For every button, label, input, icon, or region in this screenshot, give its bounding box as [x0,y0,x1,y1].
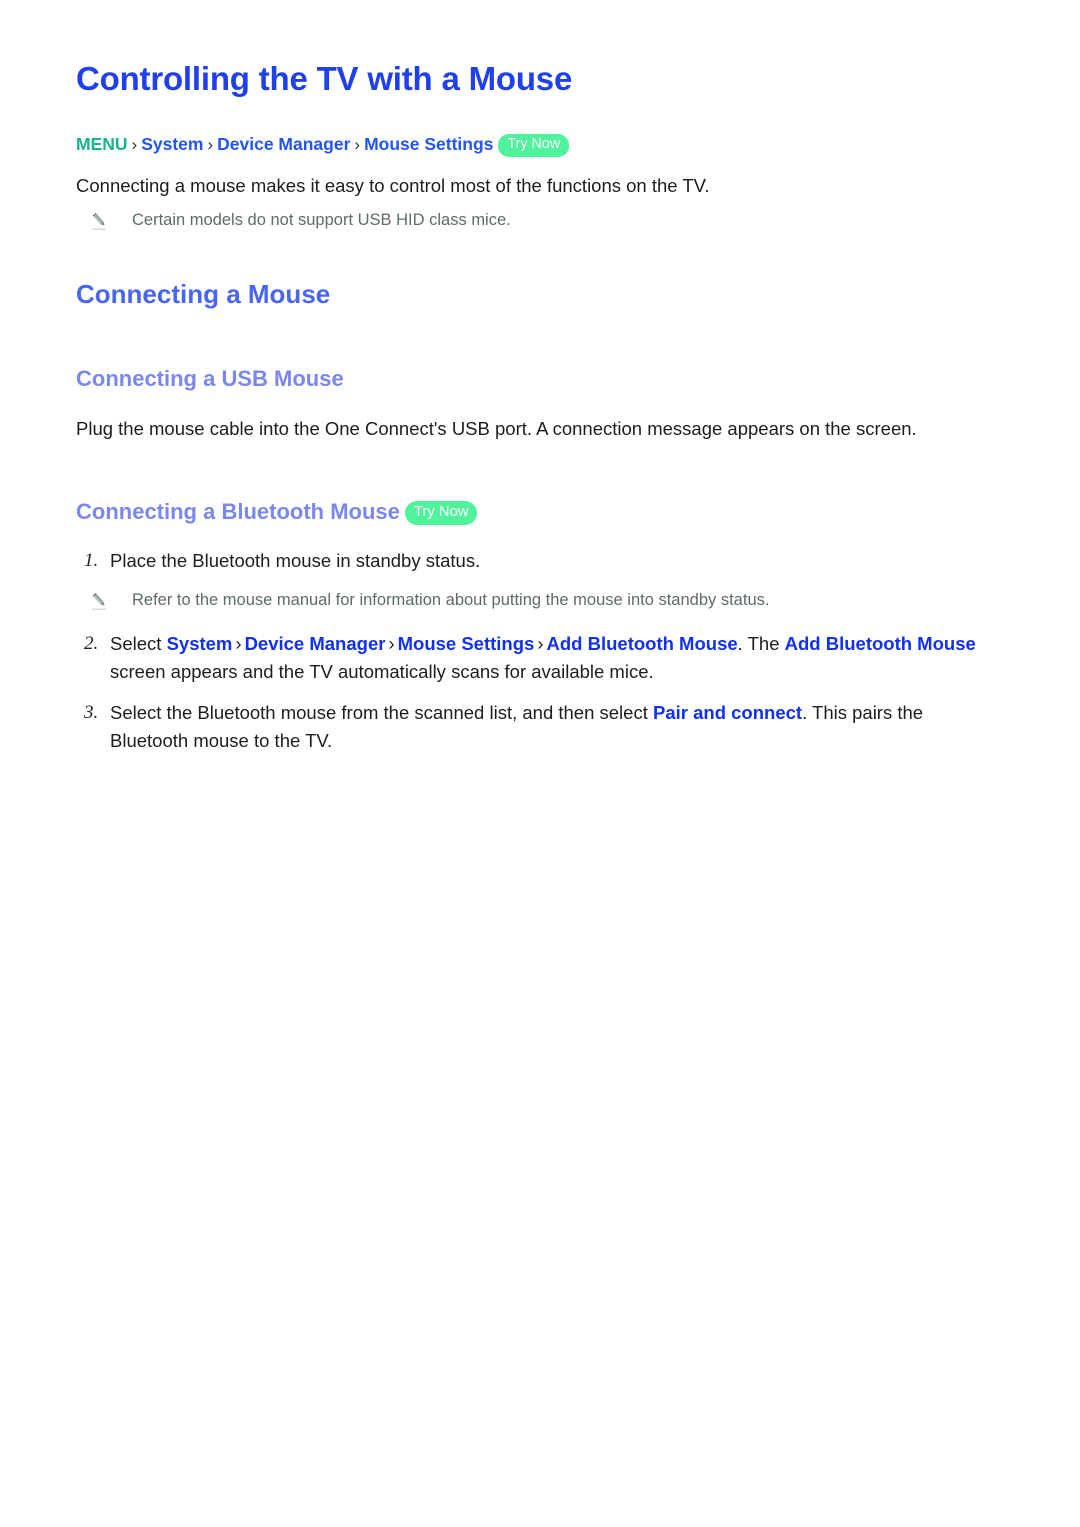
section-heading-connecting-a-mouse: Connecting a Mouse [76,279,331,310]
subsection-heading-bluetooth-mouse: Connecting a Bluetooth Mouse Try Now [76,498,1004,526]
list-item-number: 1. [84,550,99,572]
list-item-text: Select System › Device Manager › Mouse Setti… [110,630,1004,685]
menu-link-pair-and-connect[interactable]: Pair and connect [653,702,802,723]
step-text: . The [737,633,785,655]
breadcrumb-item-system[interactable]: System [141,134,203,154]
list-item-number: 3. [84,702,99,724]
intro-paragraph: Connecting a mouse makes it easy to cont… [76,174,710,196]
breadcrumb-separator-icon: › [207,134,214,154]
list-item: 1. Place the Bluetooth mouse in standby … [76,547,1004,575]
breadcrumb-separator-icon: › [131,134,138,154]
list-item: 2. Select System › Device Manager › Mouse Se… [76,630,1004,685]
subsection-heading-usb-mouse: Connecting a USB Mouse [76,365,344,391]
step-1-note-text: Refer to the mouse manual for informatio… [132,591,770,610]
step-text: Select [110,633,167,655]
bluetooth-steps-list: 1. Place the Bluetooth mouse in standby … [76,547,1004,754]
menu-link-add-bluetooth-mouse[interactable]: Add Bluetooth Mouse [547,633,738,654]
list-item-number: 2. [84,633,99,655]
breadcrumb-menu-label: MENU [76,133,128,154]
menu-link-device-manager[interactable]: Device Manager [245,633,386,654]
try-now-badge[interactable]: Try Now [404,500,478,526]
step-1-note: Refer to the mouse manual for informatio… [76,589,1004,612]
intro-note: Certain models do not support USB HID cl… [76,209,1004,232]
document-page: Controlling the TV with a Mouse MENU › Sys… [0,0,1080,754]
step-text: screen appears and the TV automatically … [110,660,654,682]
breadcrumb: MENU › System › Device Manager › Mouse Setting… [76,133,1004,157]
subsection-heading-bluetooth-mouse-label: Connecting a Bluetooth Mouse [76,498,400,524]
page-title: Controlling the TV with a Mouse [76,60,573,97]
breadcrumb-item-mouse-settings[interactable]: Mouse Settings [364,134,493,154]
menu-separator-icon: › [388,633,395,655]
menu-link-system[interactable]: System [167,633,233,654]
pencil-icon [90,211,110,231]
list-item-text: Select the Bluetooth mouse from the scan… [110,699,1004,754]
step-text: Select the Bluetooth mouse from the scan… [110,702,653,724]
usb-paragraph: Plug the mouse cable into the One Connec… [76,417,917,439]
try-now-badge[interactable]: Try Now [498,133,570,157]
breadcrumb-separator-icon: › [354,134,361,154]
pencil-icon [90,591,110,611]
list-item: 3. Select the Bluetooth mouse from the s… [76,699,1004,754]
menu-separator-icon: › [235,633,242,655]
list-item-text: Place the Bluetooth mouse in standby sta… [110,550,481,572]
menu-link-mouse-settings[interactable]: Mouse Settings [398,633,535,654]
menu-separator-icon: › [537,633,544,655]
intro-note-text: Certain models do not support USB HID cl… [132,211,511,230]
menu-link-add-bluetooth-mouse[interactable]: Add Bluetooth Mouse [785,633,976,654]
breadcrumb-item-device-manager[interactable]: Device Manager [217,134,350,154]
